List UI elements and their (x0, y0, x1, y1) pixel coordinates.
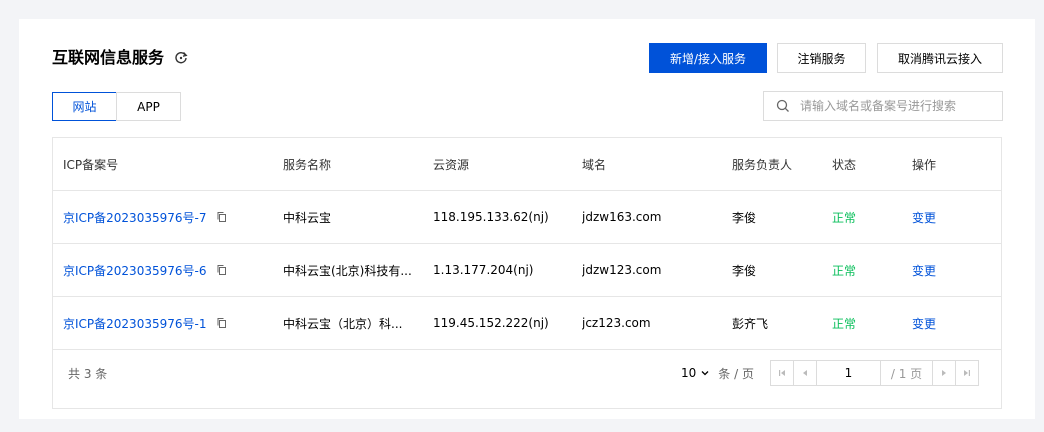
column-header-resource: 云资源 (433, 157, 470, 172)
page-size-unit: 条 / 页 (718, 366, 754, 381)
icp-cell: 京ICP备2023035976号-1 (63, 297, 273, 349)
service-name: 中科云宝(北京)科技有... (283, 263, 412, 278)
table-row: 京ICP备2023035976号-6 中科云宝(北京)科技有... 1.13.1… (53, 244, 1001, 297)
page-title: 互联网信息服务 (52, 48, 165, 67)
total-pages: / 1 页 (880, 360, 933, 386)
page-size-select[interactable]: 10 条 / 页 (681, 350, 754, 396)
cancel-service-button[interactable]: 注销服务 (777, 43, 866, 73)
total-count: 共 3 条 (68, 366, 108, 381)
copy-icon[interactable] (216, 317, 228, 329)
copy-icon[interactable] (216, 211, 228, 223)
column-header-domain: 域名 (582, 157, 607, 172)
prev-page-button[interactable] (793, 360, 817, 386)
icp-cell: 京ICP备2023035976号-6 (63, 244, 273, 296)
column-header-service: 服务名称 (283, 157, 332, 172)
pagination-bar: 共 3 条 10 条 / 页 1 / 1 页 (53, 350, 1001, 408)
pager: 1 / 1 页 (770, 360, 979, 386)
icp-number-link[interactable]: 京ICP备2023035976号-1 (63, 315, 206, 332)
first-page-icon (779, 370, 785, 376)
cloud-resource: 118.195.133.62(nj) (433, 210, 549, 224)
tab-group: 网站 APP (52, 92, 181, 121)
main-card: 互联网信息服务 新增/接入服务 注销服务 取消腾讯云接入 网站 APP ICP备… (19, 19, 1035, 419)
domain: jdzw163.com (582, 210, 662, 224)
owner: 李俊 (732, 263, 757, 278)
tab-app[interactable]: APP (116, 92, 181, 121)
tab-website[interactable]: 网站 (52, 92, 117, 121)
cloud-resource: 119.45.152.222(nj) (433, 316, 549, 330)
change-link[interactable]: 变更 (912, 297, 992, 349)
table-header-row: ICP备案号 服务名称 云资源 域名 服务负责人 状态 操作 (53, 138, 1001, 191)
service-table: ICP备案号 服务名称 云资源 域名 服务负责人 状态 操作 京ICP备2023… (52, 137, 1002, 409)
change-link[interactable]: 变更 (912, 191, 992, 243)
domain: jdzw123.com (582, 263, 662, 277)
search-box[interactable] (763, 91, 1003, 121)
table-row: 京ICP备2023035976号-1 中科云宝（北京）科... 119.45.1… (53, 297, 1001, 350)
page-input[interactable]: 1 (816, 360, 881, 386)
icp-number-link[interactable]: 京ICP备2023035976号-7 (63, 209, 206, 226)
next-page-icon (942, 370, 946, 376)
search-input[interactable] (800, 99, 990, 113)
page-size-value: 10 (681, 366, 697, 380)
status-badge: 正常 (832, 263, 857, 278)
change-link[interactable]: 变更 (912, 244, 992, 296)
refresh-icon[interactable] (174, 51, 188, 65)
copy-icon[interactable] (216, 264, 228, 276)
domain: jcz123.com (582, 316, 651, 330)
status-badge: 正常 (832, 210, 857, 225)
search-icon (776, 99, 790, 113)
status-badge: 正常 (832, 316, 857, 331)
new-service-button[interactable]: 新增/接入服务 (649, 43, 767, 73)
column-header-owner: 服务负责人 (732, 157, 793, 172)
cancel-access-button[interactable]: 取消腾讯云接入 (877, 43, 1003, 73)
column-header-icp: ICP备案号 (63, 157, 119, 172)
owner: 李俊 (732, 210, 757, 225)
prev-page-icon (803, 370, 807, 376)
service-name: 中科云宝（北京）科... (283, 316, 403, 331)
column-header-action: 操作 (912, 157, 937, 172)
service-name: 中科云宝 (283, 210, 332, 225)
first-page-button[interactable] (770, 360, 794, 386)
table-row: 京ICP备2023035976号-7 中科云宝 118.195.133.62(n… (53, 191, 1001, 244)
icp-number-link[interactable]: 京ICP备2023035976号-6 (63, 262, 206, 279)
cloud-resource: 1.13.177.204(nj) (433, 263, 534, 277)
owner: 彭齐飞 (732, 316, 769, 331)
last-page-icon (964, 370, 970, 376)
chevron-down-icon (700, 368, 710, 378)
next-page-button[interactable] (932, 360, 956, 386)
last-page-button[interactable] (955, 360, 979, 386)
icp-cell: 京ICP备2023035976号-7 (63, 191, 273, 243)
column-header-status: 状态 (832, 157, 857, 172)
page-header: 互联网信息服务 (52, 47, 188, 69)
